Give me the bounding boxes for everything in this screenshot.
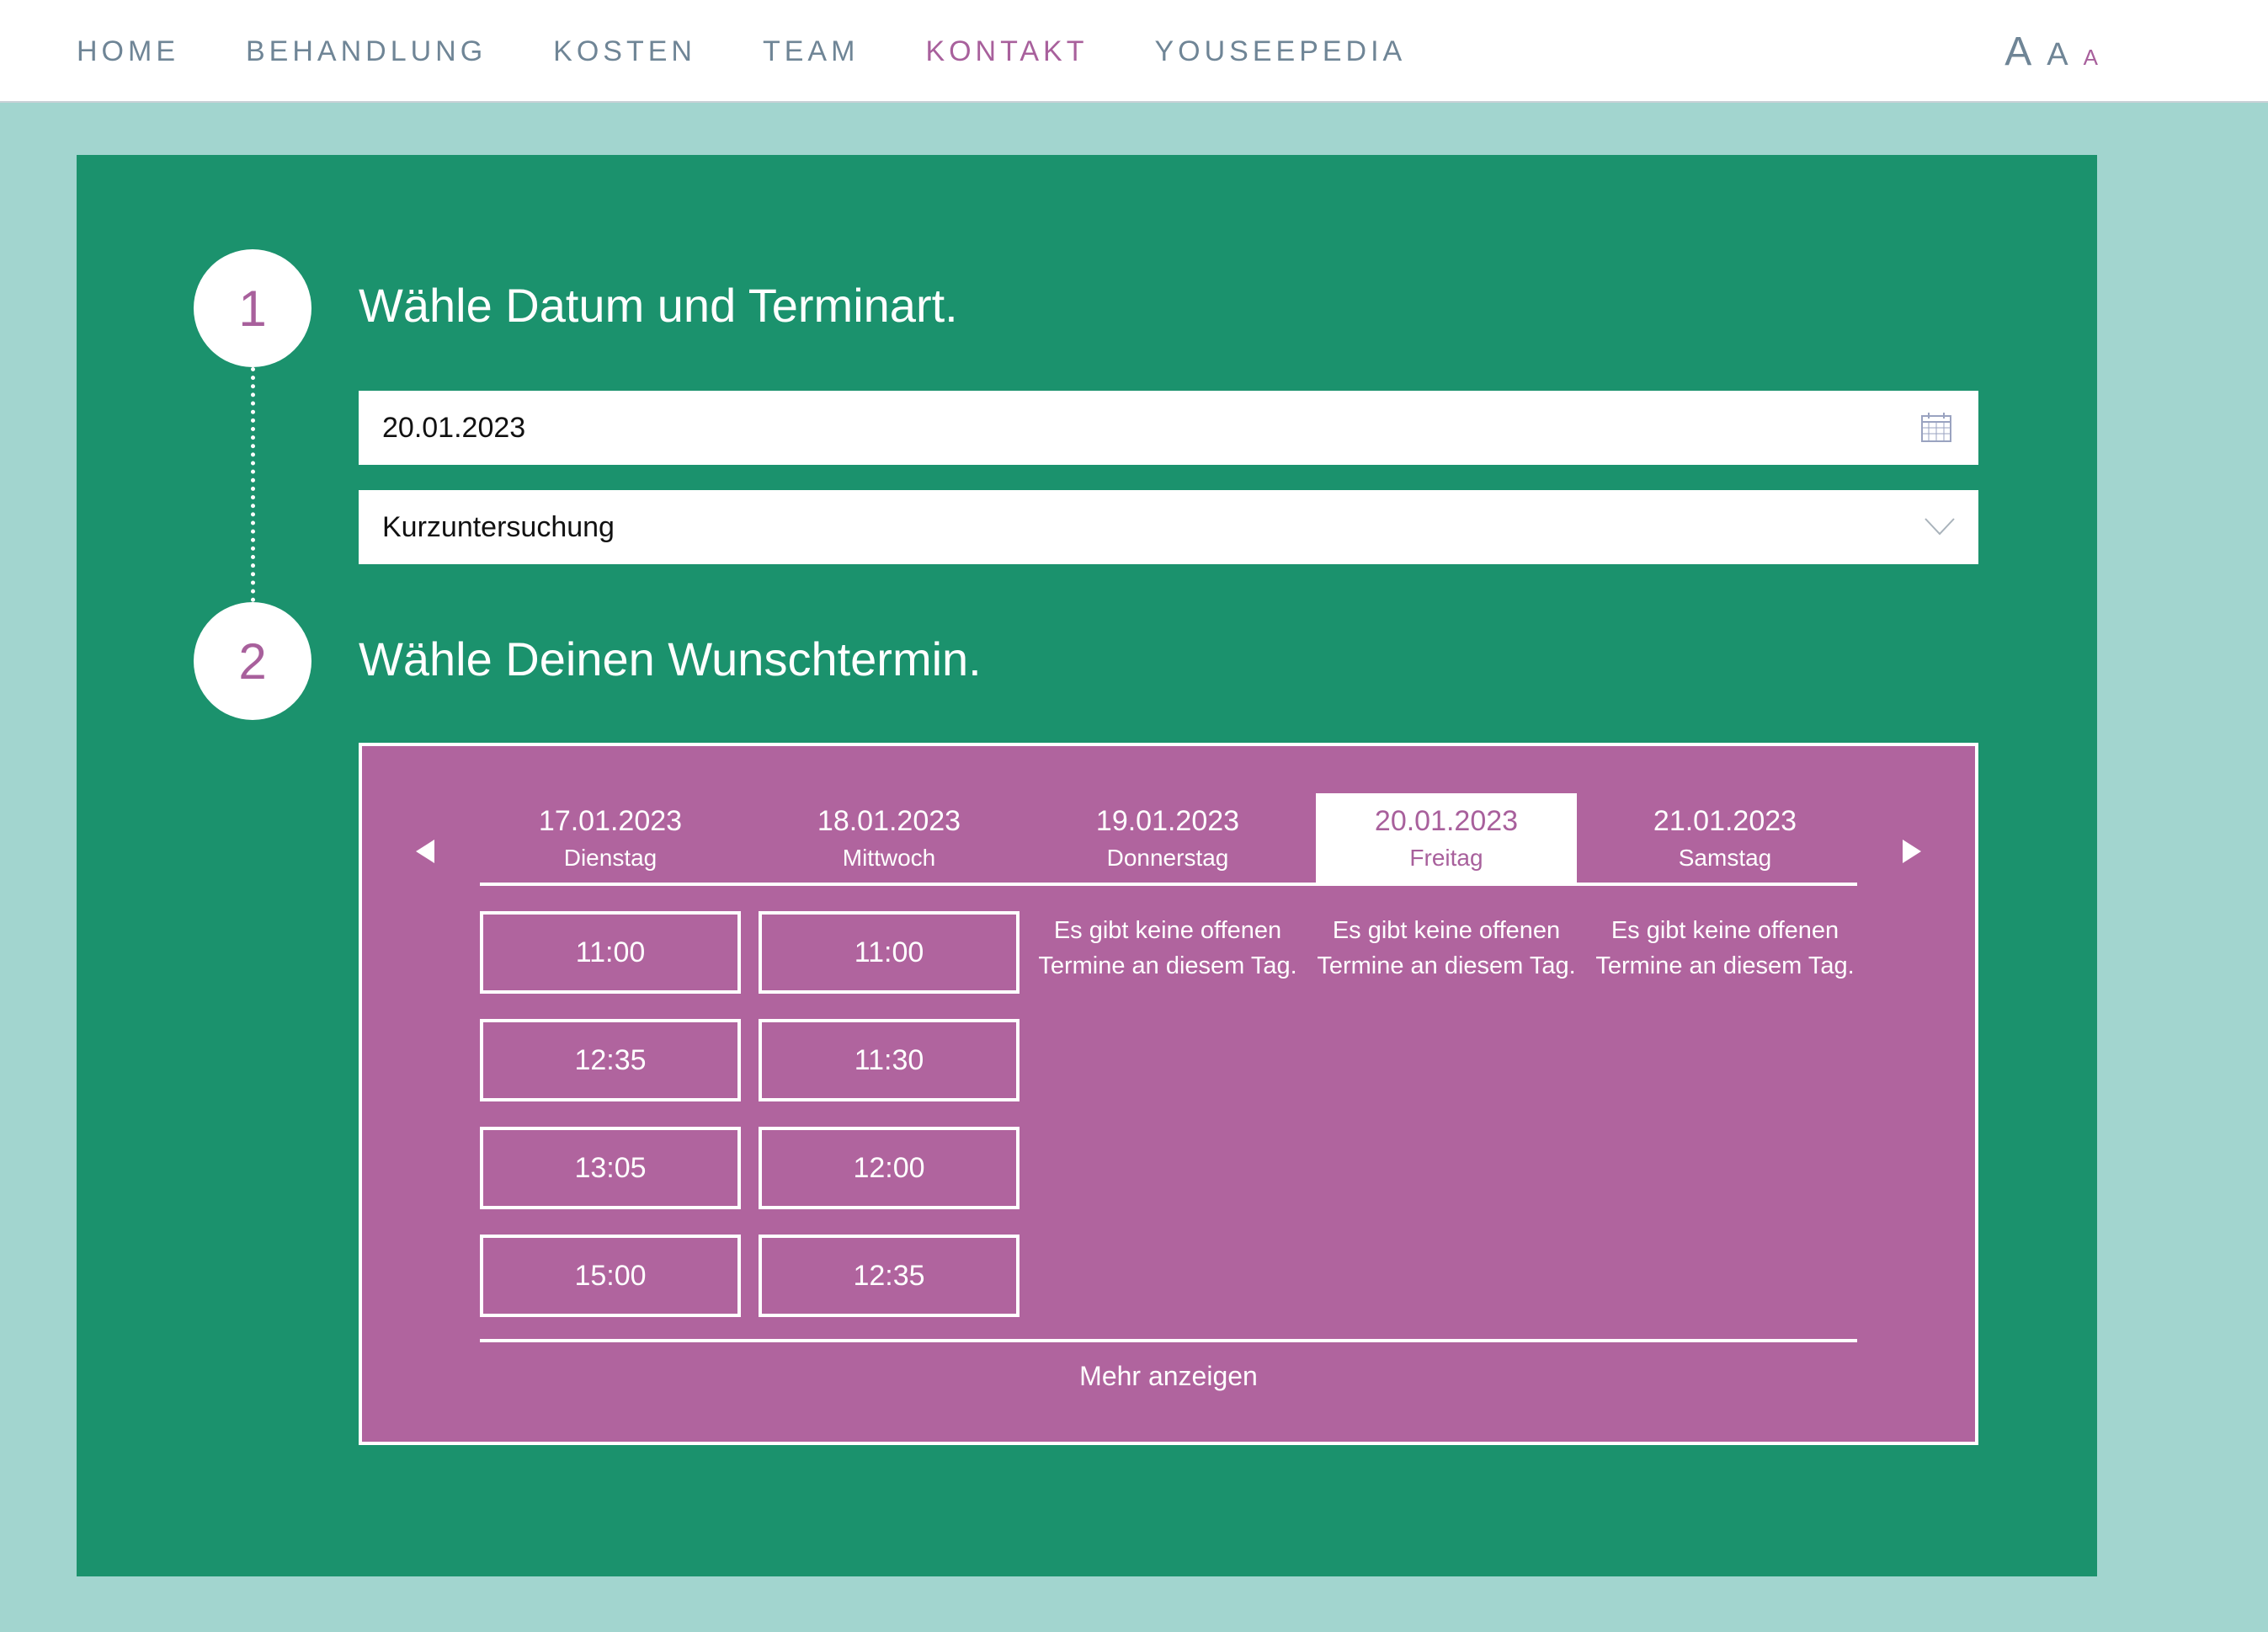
time-slot-button[interactable]: 11:00 (759, 911, 1020, 994)
main-nav: HOME BEHANDLUNG KOSTEN TEAM KONTAKT YOUS… (77, 0, 1472, 103)
font-size-small-button[interactable]: A (2084, 46, 2098, 68)
appointment-type-select[interactable]: Kurzuntersuchung (359, 490, 1978, 564)
font-size-switcher: A A A (1989, 0, 2098, 103)
day-tab[interactable]: 19.01.2023 Donnerstag (1037, 793, 1298, 883)
font-size-large-button[interactable]: A (2004, 32, 2031, 72)
appointment-picker: 17.01.2023 Dienstag 18.01.2023 Mittwoch … (359, 743, 1978, 1445)
nav-item-behandlung[interactable]: BEHANDLUNG (246, 35, 487, 68)
day-tab[interactable]: 18.01.2023 Mittwoch (759, 793, 1020, 883)
day-date: 17.01.2023 (538, 805, 683, 837)
no-appointments-message: Es gibt keine offenen Termine an diesem … (1038, 917, 1297, 979)
day-tabs: 17.01.2023 Dienstag 18.01.2023 Mittwoch … (480, 793, 1857, 886)
day-tab-selected[interactable]: 20.01.2023 Freitag (1316, 793, 1577, 883)
nav-item-youseepedia[interactable]: YOUSEEPEDIA (1154, 35, 1406, 68)
day-date: 21.01.2023 (1653, 805, 1797, 837)
step-1-title: Wähle Datum und Terminart. (359, 279, 958, 332)
divider (480, 1339, 1857, 1342)
top-navigation-bar: HOME BEHANDLUNG KOSTEN TEAM KONTAKT YOUS… (0, 0, 2268, 103)
day-date: 18.01.2023 (817, 805, 961, 837)
step-number-1: 1 (194, 249, 311, 367)
step-2-title: Wähle Deinen Wunschtermin. (359, 632, 982, 685)
font-size-medium-button[interactable]: A (2047, 39, 2068, 71)
triangle-left-icon[interactable] (409, 835, 443, 868)
triangle-right-icon[interactable] (1894, 835, 1928, 868)
nav-item-kosten[interactable]: KOSTEN (553, 35, 696, 68)
step-number-2: 2 (194, 602, 311, 720)
nav-item-kontakt[interactable]: KONTAKT (925, 35, 1088, 68)
appointment-type-value: Kurzuntersuchung (382, 510, 615, 543)
nav-item-team[interactable]: TEAM (763, 35, 859, 68)
day-weekday: Mittwoch (842, 845, 936, 871)
time-slot-button[interactable]: 12:35 (480, 1019, 741, 1101)
day-weekday: Dienstag (563, 845, 658, 871)
time-slot-button[interactable]: 12:35 (759, 1235, 1020, 1317)
day-date: 19.01.2023 (1095, 805, 1240, 837)
nav-item-home[interactable]: HOME (77, 35, 179, 68)
day-tab[interactable]: 21.01.2023 Samstag (1595, 793, 1855, 883)
date-input-value: 20.01.2023 (382, 411, 526, 444)
show-more-link[interactable]: Mehr anzeigen (480, 1361, 1857, 1392)
day-weekday: Samstag (1678, 845, 1772, 871)
no-appointments-message: Es gibt keine offenen Termine an diesem … (1317, 917, 1576, 979)
day-date: 20.01.2023 (1374, 805, 1519, 837)
booking-panel: 1 Wähle Datum und Terminart. 20.01.2023 … (77, 155, 2097, 1576)
time-slot-button[interactable]: 15:00 (480, 1235, 741, 1317)
time-slot-button[interactable]: 13:05 (480, 1127, 741, 1209)
time-slot-button[interactable]: 11:00 (480, 911, 741, 994)
day-weekday: Donnerstag (1106, 845, 1229, 871)
chevron-down-icon[interactable] (1923, 514, 1957, 539)
calendar-icon[interactable] (1919, 411, 1953, 445)
date-input[interactable]: 20.01.2023 (359, 391, 1978, 465)
day-weekday: Freitag (1409, 845, 1483, 871)
no-appointments-message: Es gibt keine offenen Termine an diesem … (1595, 917, 1855, 979)
time-slot-button[interactable]: 11:30 (759, 1019, 1020, 1101)
step-connector (251, 367, 255, 602)
day-tab[interactable]: 17.01.2023 Dienstag (480, 793, 741, 883)
time-slot-button[interactable]: 12:00 (759, 1127, 1020, 1209)
